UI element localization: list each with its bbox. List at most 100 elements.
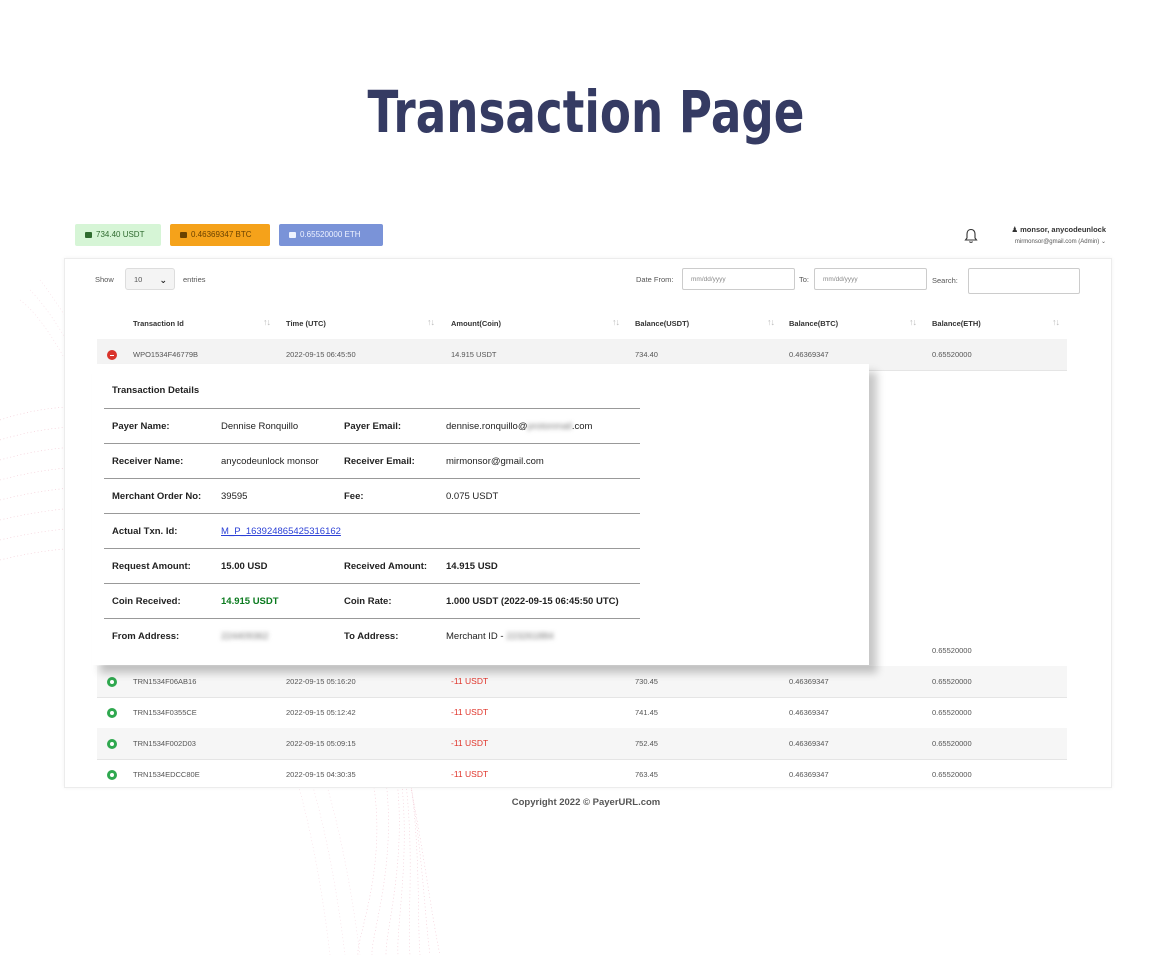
top-bar: 734.40 USDT 0.46369347 BTC 0.65520000 ET… — [64, 214, 1110, 258]
table-controls: Show 10 ⌄ entries Date From: mm/dd/yyyy T… — [65, 259, 1111, 299]
balance-eth: 0.65520000 — [932, 739, 972, 748]
payer-name-value: Dennise Ronquillo — [221, 421, 299, 432]
from-address-label: From Address: — [112, 631, 180, 642]
merchant-order-label: Merchant Order No: — [112, 491, 202, 502]
user-icon: ♟ — [1011, 225, 1019, 234]
wallet-icon — [289, 232, 296, 238]
transaction-time: 2022-09-15 05:16:20 — [286, 677, 356, 686]
transaction-id: TRN1534F002D03 — [133, 739, 196, 748]
sort-icon[interactable]: ↑↓ — [263, 317, 271, 327]
details-row-coin: Coin Received: 14.915 USDT Coin Rate: 1.… — [104, 583, 640, 618]
transaction-time: 2022-09-15 05:12:42 — [286, 708, 356, 717]
date-from-input[interactable]: mm/dd/yyyy — [682, 268, 795, 290]
collapse-row-icon[interactable] — [107, 350, 117, 360]
coin-received-value: 14.915 USDT — [221, 596, 279, 607]
search-label: Search: — [932, 276, 958, 285]
sort-icon[interactable]: ↑↓ — [612, 317, 620, 327]
sort-icon[interactable]: ↑↓ — [767, 317, 775, 327]
transaction-time: 2022-09-15 04:30:35 — [286, 770, 356, 779]
receiver-email-value: mirmonsor@gmail.com — [446, 456, 544, 467]
transaction-id: WPO1534F46779B — [133, 350, 199, 359]
page-title: Transaction Page — [367, 78, 805, 146]
column-header-balance-btc[interactable]: Balance(BTC) — [789, 319, 838, 328]
payer-name-label: Payer Name: — [112, 421, 170, 432]
transaction-amount: -11 USDT — [451, 738, 489, 748]
transaction-amount: -11 USDT — [451, 676, 489, 686]
details-row-amounts: Request Amount: 15.00 USD Received Amoun… — [104, 548, 640, 583]
coin-received-label: Coin Received: — [112, 596, 181, 607]
transaction-details-panel: Transaction Details Payer Name: Dennise … — [92, 364, 869, 665]
wallet-icon — [85, 232, 92, 238]
fee-value: 0.075 USDT — [446, 491, 499, 502]
details-row-payer: Payer Name: Dennise Ronquillo Payer Emai… — [104, 408, 640, 443]
transaction-amount: -11 USDT — [451, 769, 489, 779]
balance-usdt: 730.45 — [635, 677, 658, 686]
column-header-amount[interactable]: Amount(Coin) — [451, 319, 501, 328]
column-header-time[interactable]: Time (UTC) — [286, 319, 326, 328]
received-amount-value: 14.915 USD — [446, 561, 498, 572]
balance-btc: 0.46369347 — [789, 739, 829, 748]
balance-eth: 0.65520000 — [932, 646, 972, 655]
balance-eth: 0.65520000 — [932, 350, 972, 359]
coin-rate-label: Coin Rate: — [344, 596, 392, 607]
receiver-email-label: Receiver Email: — [344, 456, 415, 467]
btc-balance-badge[interactable]: 0.46369347 BTC — [170, 224, 270, 246]
transaction-time: 2022-09-15 05:09:15 — [286, 739, 356, 748]
merchant-order-value: 39595 — [221, 491, 248, 502]
chevron-down-icon: ⌄ — [1100, 239, 1106, 245]
balance-eth: 0.65520000 — [932, 708, 972, 717]
sort-icon[interactable]: ↑↓ — [1052, 317, 1060, 327]
column-header-balance-usdt[interactable]: Balance(USDT) — [635, 319, 689, 328]
balance-btc: 0.46369347 — [789, 350, 829, 359]
table-row[interactable]: TRN1534F06AB16 2022-09-15 05:16:20 -11 U… — [97, 666, 1067, 698]
column-header-transaction-id[interactable]: Transaction Id — [133, 319, 184, 328]
user-email: mirmonsor@gmail.com (Admin) ⌄ — [1014, 239, 1106, 245]
user-menu[interactable]: ♟ monsor, anycodeunlock mirmonsor@gmail.… — [996, 225, 1106, 245]
bell-icon[interactable] — [964, 228, 978, 244]
receiver-name-label: Receiver Name: — [112, 456, 184, 467]
column-header-balance-eth[interactable]: Balance(ETH) — [932, 319, 981, 328]
entries-select[interactable]: 10 ⌄ — [125, 268, 175, 290]
details-row-merchant-order: Merchant Order No: 39595 Fee: 0.075 USDT — [104, 478, 640, 513]
search-input[interactable] — [968, 268, 1080, 294]
to-address-value: Merchant ID - 223261884 — [446, 631, 554, 642]
expand-row-icon[interactable] — [107, 708, 117, 718]
expand-row-icon[interactable] — [107, 770, 117, 780]
table-row[interactable]: TRN1534F0355CE 2022-09-15 05:12:42 -11 U… — [97, 697, 1067, 729]
payer-email-value: dennise.ronquillo@protonmail.com — [446, 421, 593, 432]
table-row[interactable]: TRN1534F002D03 2022-09-15 05:09:15 -11 U… — [97, 728, 1067, 760]
balance-usdt: 734.40 — [635, 350, 658, 359]
date-to-input[interactable]: mm/dd/yyyy — [814, 268, 927, 290]
balance-usdt: 752.45 — [635, 739, 658, 748]
to-address-label: To Address: — [344, 631, 399, 642]
transaction-time: 2022-09-15 06:45:50 — [286, 350, 356, 359]
transaction-id: TRN1534EDCC80E — [133, 770, 200, 779]
balance-btc: 0.46369347 — [789, 770, 829, 779]
user-name: ♟ monsor, anycodeunlock — [1011, 225, 1106, 234]
request-amount-label: Request Amount: — [112, 561, 191, 572]
payer-email-label: Payer Email: — [344, 421, 402, 432]
details-row-actual-txn: Actual Txn. Id: M_P_163924865425316162 — [104, 513, 640, 548]
date-to-label: To: — [799, 275, 810, 284]
details-row-receiver: Receiver Name: anycodeunlock monsor Rece… — [104, 443, 640, 478]
transaction-id: TRN1534F0355CE — [133, 708, 197, 717]
sort-icon[interactable]: ↑↓ — [427, 317, 435, 327]
usdt-balance-badge[interactable]: 734.40 USDT — [75, 224, 161, 246]
wallet-icon — [180, 232, 187, 238]
receiver-name-value: anycodeunlock monsor — [221, 456, 319, 467]
balance-btc: 0.46369347 — [789, 677, 829, 686]
expand-row-icon[interactable] — [107, 739, 117, 749]
balance-eth: 0.65520000 — [932, 770, 972, 779]
eth-balance-badge[interactable]: 0.65520000 ETH — [279, 224, 383, 246]
expand-row-icon[interactable] — [107, 677, 117, 687]
coin-rate-value: 1.000 USDT (2022-09-15 06:45:50 UTC) — [446, 596, 619, 607]
table-header: Transaction Id ↑↓ Time (UTC) ↑↓ Amount(C… — [97, 309, 1067, 340]
balance-usdt: 741.45 — [635, 708, 658, 717]
actual-txn-link[interactable]: M_P_163924865425316162 — [221, 526, 341, 537]
table-row[interactable]: TRN1534EDCC80E 2022-09-15 04:30:35 -11 U… — [97, 759, 1067, 787]
transaction-amount: 14.915 USDT — [451, 350, 497, 359]
entries-label: entries — [183, 275, 206, 284]
sort-icon[interactable]: ↑↓ — [909, 317, 917, 327]
transaction-amount: -11 USDT — [451, 707, 489, 717]
request-amount-value: 15.00 USD — [221, 561, 268, 572]
